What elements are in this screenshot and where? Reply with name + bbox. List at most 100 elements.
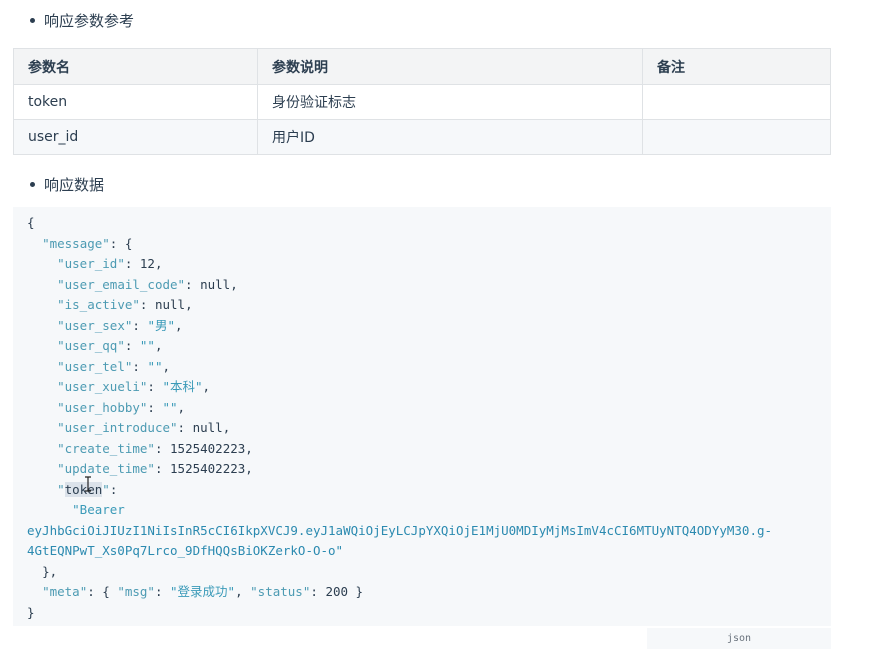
section-title: 响应数据 [44,176,105,194]
code-token: : [124,338,140,353]
code-token: "is_active" [57,297,140,312]
code-token: 1525402223 [170,440,246,456]
code-token: , [222,420,231,435]
code-token: "user_hobby" [57,399,148,415]
code-token: : [154,461,171,476]
code-token: : [154,440,171,456]
code-line: "token": [27,480,817,501]
code-token: , [235,584,251,599]
code-token: } [27,604,35,620]
code-token: "create_time" [57,440,155,456]
code-token: null [200,276,231,292]
code-token: : { [87,584,118,599]
code-token: , [245,461,253,476]
code-token: : [109,481,118,497]
text-cursor-icon [85,476,91,492]
table-header-row: 参数名 参数说明 备注 [13,48,831,85]
code-token: "status" [250,584,311,599]
code-token: { [27,215,35,230]
code-token: : { [109,235,133,251]
table-cell [642,84,831,120]
params-table: 参数名 参数说明 备注 token 身份验证标志 user_id 用户ID [13,48,831,155]
code-token: : [132,317,148,333]
code-line: "user_email_code": null, [27,275,817,296]
code-line: "user_tel": "", [27,357,817,378]
code-token: : [310,584,326,599]
code-token: 200 [325,584,349,599]
code-token: 12 [139,256,155,271]
code-token: "meta" [42,584,88,599]
code-token: : [124,256,140,271]
code-line: "user_id": 12, [27,254,817,275]
code-token: "登录成功" [170,584,236,599]
code-token: "" [139,338,155,353]
code-token: , [245,440,253,456]
code-token: : [185,276,201,292]
code-token: "msg" [117,584,155,599]
code-token: 1525402223 [170,461,246,476]
code-line: "user_hobby": "", [27,398,817,419]
column-header-description: 参数说明 [257,48,643,85]
code-line: eyJhbGciOiJIUzI1NiIsInR5cCI6IkpXVCJ9.eyJ… [27,521,817,542]
code-token: "本科" [162,379,203,394]
code-token: "user_id" [57,256,125,271]
code-token: , [230,276,238,292]
code-token: : [147,399,163,415]
table-row: token 身份验证标志 [13,84,831,120]
code-block[interactable]: { "message": { "user_id": 12, "user_emai… [13,207,831,626]
section-title: 响应参数参考 [44,12,135,30]
code-token: , [177,399,186,415]
code-line: }, [27,562,817,583]
code-token: null [192,420,223,435]
code-token: , [162,358,171,374]
code-token: "" [162,399,178,415]
code-line: "is_active": null, [27,295,817,316]
code-token: "message" [42,235,110,251]
code-line: "update_time": 1525402223, [27,459,817,480]
code-token: " [102,481,110,497]
code-token: 4GtEQNPwT_Xs0Pq7Lrco_9DfHQQsBiOKZerkO-O-… [27,543,344,558]
code-token: : [139,297,155,312]
code-line: "user_introduce": null, [27,418,817,439]
code-token: : [147,379,163,394]
code-token: "user_qq" [57,338,125,353]
table-cell [642,119,831,155]
code-line: { [27,213,817,234]
code-token: "男" [147,317,175,333]
code-line: "user_xueli": "本科", [27,377,817,398]
code-line: "meta": { "msg": "登录成功", "status": 200 } [27,582,817,603]
code-token: : [154,584,171,599]
code-line: "user_sex": "男", [27,316,817,337]
code-line: "create_time": 1525402223, [27,439,817,460]
code-line: } [27,603,817,624]
code-token: : [132,358,148,374]
code-token: } [348,584,364,599]
section-response-params: 响应参数参考 [30,10,134,31]
code-token: "update_time" [57,461,155,476]
column-header-remark: 备注 [642,48,831,85]
code-token: "user_sex" [57,317,133,333]
code-token: }, [42,563,58,579]
code-token: , [154,256,163,271]
code-token: "user_email_code" [57,276,186,292]
code-token: , [175,317,183,333]
section-response-data: 响应数据 [30,174,104,195]
table-cell: 用户ID [257,119,643,155]
code-line: 4GtEQNPwT_Xs0Pq7Lrco_9DfHQQsBiOKZerkO-O-… [27,541,817,562]
code-token: "Bearer [72,502,125,517]
code-token: : [177,420,193,435]
table-cell: 身份验证标志 [257,84,643,120]
code-line: "user_qq": "", [27,336,817,357]
code-line: "message": { [27,234,817,255]
code-language-label: json [647,628,831,649]
code-token: "user_tel" [57,358,133,374]
bullet-icon [30,18,35,23]
code-token: "" [147,358,163,374]
code-token: , [154,338,163,353]
code-token: eyJhbGciOiJIUzI1NiIsInR5cCI6IkpXVCJ9.eyJ… [27,522,773,538]
table-cell: token [13,84,258,120]
table-row: user_id 用户ID [13,119,831,155]
code-line: "Bearer [27,500,817,521]
code-token: null [154,297,186,312]
column-header-name: 参数名 [13,48,258,85]
